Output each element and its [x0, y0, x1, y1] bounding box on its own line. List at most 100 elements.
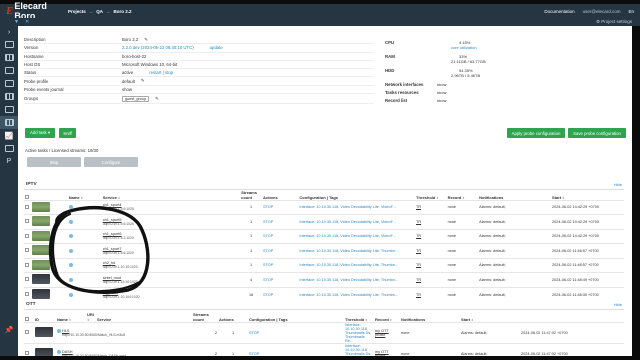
config-link[interactable]: Interface: 10.10.30.118, Video Decodabil… [299, 263, 398, 267]
col-notifications[interactable]: Notifications [478, 189, 551, 200]
iptv-hide-link[interactable]: Hide [614, 182, 622, 187]
info-icon[interactable] [68, 292, 73, 297]
config-link[interactable]: Interface: 10.10.30.118, Video Decodabil… [299, 249, 398, 253]
notifications-link[interactable]: Alarms: default; [479, 234, 505, 238]
col-start[interactable]: Start [551, 189, 624, 200]
stream-thumbnail[interactable] [35, 348, 53, 356]
row-checkbox[interactable] [24, 272, 32, 287]
checkbox[interactable] [25, 292, 29, 296]
info-icon[interactable] [57, 328, 61, 333]
row-checkbox[interactable] [24, 214, 32, 229]
col-name[interactable]: Name [68, 189, 102, 200]
sidebar-item-probes[interactable] [0, 38, 18, 51]
save-probe-config-button[interactable]: Save probe configuration [568, 128, 626, 138]
config-link[interactable]: Interface: 10.10.30.118, Thumbnails Ds, … [345, 344, 371, 357]
checkbox[interactable] [25, 330, 29, 334]
col-threshold[interactable]: Threshold [344, 311, 374, 322]
table-row[interactable]: HLS http://10.10.30.50:8080/Match_HLS.m3u… [24, 321, 624, 343]
sidebar-item-tasks[interactable] [0, 116, 18, 129]
config-link[interactable]: Interface: 10.10.30.118, Video Decodabil… [299, 205, 395, 209]
sidebar-item-players[interactable] [0, 142, 18, 155]
config-link[interactable]: Interface: 10.10.30.118, Video Decodabil… [299, 278, 398, 282]
sidebar-item-profiles[interactable]: P [0, 155, 18, 168]
threshold-link[interactable]: my OTT profile [375, 329, 389, 337]
stream-thumbnail[interactable] [32, 230, 51, 241]
col-service[interactable]: Service [102, 189, 240, 200]
sniff-button[interactable]: Sniff [59, 128, 76, 138]
col-uri[interactable]: URI [86, 311, 96, 322]
stream-thumbnail[interactable] [32, 216, 51, 227]
breadcrumb-projects[interactable]: Projects [68, 9, 86, 14]
net-show-link[interactable]: show [437, 82, 446, 87]
table-row[interactable]: sintel_mod udp://239.1.15.10:1020 4 STOP Int… [24, 272, 624, 287]
threshold-link[interactable]: TR [416, 220, 421, 224]
threshold-link[interactable]: TR [416, 249, 421, 253]
notifications-link[interactable]: Alarms: default; [479, 293, 505, 297]
record-show-link[interactable]: show [437, 98, 446, 103]
user-menu[interactable]: user@elecard.com [583, 9, 621, 14]
stream-thumbnail[interactable] [32, 289, 51, 299]
cpu-detail-link[interactable]: core utilization [437, 45, 477, 50]
config-link[interactable]: Interface: 10.10.30.118, Video Decodabil… [299, 293, 398, 297]
sidebar-item-reports[interactable] [0, 103, 18, 116]
table-row[interactable]: ch1_sport7 udp://239.1.5.6:1020 1 STOP Inter… [24, 243, 624, 258]
group-tag[interactable]: guest_group [122, 95, 150, 102]
sidebar-expand-icon[interactable]: › [0, 26, 18, 38]
add-task-button[interactable]: Add task ▾ [25, 128, 55, 138]
stop-task-link[interactable]: STOP [263, 234, 273, 238]
sidebar-item-map[interactable] [0, 77, 18, 90]
table-row[interactable]: ch1_sport6 udp://239.1.5.2:1020 1 STOP Inter… [24, 228, 624, 244]
checkbox[interactable] [25, 351, 29, 355]
table-row[interactable]: big_buck udp://239.1.10.104:1020 16 STOP Int… [24, 286, 624, 302]
stream-thumbnail[interactable] [32, 274, 51, 285]
task-name[interactable]: DASH [62, 350, 73, 354]
col-start[interactable]: Start [460, 311, 520, 322]
task-name[interactable]: HLS [62, 329, 69, 333]
notifications-link[interactable]: Alarms: default; [479, 278, 505, 282]
threshold-link[interactable]: TR [416, 278, 421, 282]
stop-task-link[interactable]: STOP [263, 293, 273, 297]
row-checkbox[interactable] [24, 321, 34, 343]
clear-filter-icon[interactable]: ✕ [25, 19, 29, 25]
notifications-link[interactable]: Alarms: default; [461, 331, 487, 335]
stop-task-link[interactable]: STOP [263, 205, 273, 209]
update-link[interactable]: update [210, 45, 223, 50]
info-icon[interactable] [68, 263, 73, 268]
stream-thumbnail[interactable] [32, 245, 51, 256]
edit-icon[interactable]: ✎ [141, 78, 145, 84]
stop-task-link[interactable]: STOP [263, 278, 273, 282]
sidebar-item-dashboard[interactable] [0, 51, 18, 64]
stop-button[interactable]: Stop [27, 157, 81, 167]
stop-task-link[interactable]: STOP [249, 352, 259, 356]
documentation-link[interactable]: Documentation [544, 9, 574, 14]
table-row[interactable]: ch1_sport5 udp://239.1.5.6:1026 1 STOP Inter… [24, 214, 624, 229]
table-row[interactable]: ch1_sport4 udp://239.1.5.6:1025 1 STOP Inter… [24, 199, 624, 215]
journal-show-link[interactable]: show [122, 87, 132, 92]
info-icon[interactable] [68, 205, 73, 210]
table-row[interactable]: DASH http://10.10.30.50:8080/Match_DASH.m… [24, 342, 624, 357]
stop-task-link[interactable]: STOP [263, 220, 273, 224]
notifications-link[interactable]: Alarms: default; [479, 263, 505, 267]
threshold-link[interactable]: TR [416, 234, 421, 238]
col-name[interactable]: Name [56, 311, 86, 322]
stream-thumbnail[interactable] [35, 327, 53, 337]
col-config[interactable]: Configuration | Tags [298, 189, 415, 200]
row-checkbox[interactable] [24, 243, 32, 258]
config-link[interactable]: Interface: 10.10.30.118, Video Decodabil… [299, 234, 395, 238]
checkbox[interactable] [25, 248, 29, 253]
sidebar-pin-icon[interactable]: 📌 [0, 323, 18, 336]
checkbox[interactable] [25, 219, 29, 224]
notifications-link[interactable]: Alarms: default; [479, 249, 505, 253]
row-checkbox[interactable] [24, 342, 34, 356]
breadcrumb-current[interactable]: Boro 2.2 [114, 9, 132, 14]
project-settings-link[interactable]: ⚙ Project settings [596, 19, 632, 25]
row-checkbox[interactable] [24, 286, 32, 302]
row-checkbox[interactable] [24, 257, 32, 273]
language-selector[interactable]: En [628, 9, 634, 14]
stop-task-link[interactable]: STOP [263, 263, 273, 267]
stop-task-link[interactable]: STOP [263, 249, 273, 253]
row-checkbox[interactable] [24, 199, 32, 215]
breadcrumb-qa[interactable]: QA [96, 9, 103, 14]
notifications-link[interactable]: Alarms: default; [479, 220, 505, 224]
stream-thumbnail[interactable] [32, 201, 51, 212]
